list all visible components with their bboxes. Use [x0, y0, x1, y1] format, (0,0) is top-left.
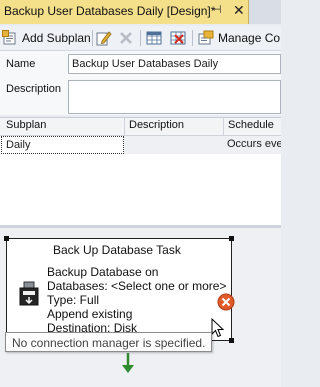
document-tabstrip: Backup User Databases Daily [Design]* ⊣ …	[0, 0, 281, 24]
manage-connections-button[interactable]: Manage Co	[198, 28, 280, 48]
delete-schedule-icon	[170, 31, 186, 45]
task-detail-line: Backup Database on	[47, 265, 159, 279]
manage-connections-label: Manage Co	[218, 31, 281, 45]
task-title: Back Up Database Task	[53, 243, 181, 257]
resize-handle[interactable]	[4, 236, 9, 241]
task-detail-line: Databases: <Select one or more>	[47, 279, 227, 293]
delete-subplan-button[interactable]	[118, 28, 134, 48]
subplan-schedule-button[interactable]	[146, 28, 162, 48]
table-row[interactable]: Daily Occurs eve	[0, 136, 281, 154]
grid-icon	[146, 31, 162, 45]
resize-handle[interactable]	[229, 236, 234, 241]
column-header-description[interactable]: Description	[129, 119, 184, 131]
schedule-cell[interactable]: Occurs eve	[223, 136, 281, 154]
edit-subplan-button[interactable]	[96, 28, 112, 48]
toolbar: Add Subplan Manage Co	[0, 26, 281, 51]
add-subplan-icon	[2, 30, 16, 45]
mouse-cursor-icon	[211, 318, 224, 338]
delete-icon	[120, 32, 132, 44]
subplan-cell[interactable]: Daily	[1, 136, 124, 154]
document-tab[interactable]: Backup User Databases Daily [Design]* ⊣ …	[0, 0, 249, 24]
error-icon[interactable]	[217, 293, 235, 311]
column-header-subplan[interactable]: Subplan	[6, 119, 46, 131]
designer-canvas[interactable]: Back Up Database Task Backup Database on…	[0, 228, 281, 387]
edit-icon	[96, 31, 112, 46]
column-divider[interactable]	[223, 118, 224, 135]
add-subplan-label: Add Subplan	[22, 31, 91, 45]
toolbar-separator	[92, 30, 93, 46]
grid-header: Subplan Description Schedule	[0, 118, 281, 136]
remove-schedule-button[interactable]	[170, 28, 186, 48]
description-label: Description	[6, 83, 62, 95]
description-cell[interactable]	[124, 136, 223, 154]
column-divider[interactable]	[124, 118, 125, 135]
pin-icon[interactable]: ⊣	[212, 3, 222, 16]
properties-panel: Name Backup User Databases Daily Descrip…	[0, 51, 281, 115]
name-field[interactable]: Backup User Databases Daily	[68, 54, 281, 74]
description-field[interactable]	[68, 80, 281, 114]
toolbar-separator	[192, 30, 193, 46]
manage-connections-icon	[198, 30, 214, 45]
add-subplan-button[interactable]: Add Subplan	[2, 28, 91, 48]
column-header-schedule[interactable]: Schedule	[228, 119, 274, 131]
precedence-arrow-icon[interactable]	[121, 353, 135, 375]
resize-handle[interactable]	[229, 338, 234, 343]
tooltip: No connection manager is specified.	[5, 332, 212, 352]
task-detail-line: Append existing	[47, 307, 133, 321]
document-tab-title: Backup User Databases Daily [Design]*	[4, 4, 216, 18]
backup-task-icon	[19, 281, 39, 306]
name-label: Name	[6, 58, 36, 70]
toolbar-separator	[140, 30, 141, 46]
task-detail-line: Type: Full	[47, 293, 100, 307]
backup-database-task[interactable]: Back Up Database Task Backup Database on…	[4, 236, 235, 343]
subplan-grid: Subplan Description Schedule Daily Occur…	[0, 117, 281, 226]
close-icon[interactable]: ✕	[233, 2, 245, 19]
